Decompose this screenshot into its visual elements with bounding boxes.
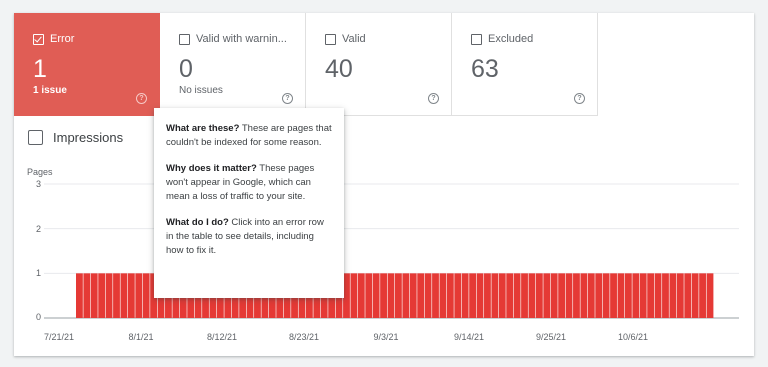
chart-bar[interactable]: [669, 273, 677, 318]
chart-bar[interactable]: [580, 273, 588, 318]
chart-bar[interactable]: [127, 273, 135, 318]
chart-bar[interactable]: [498, 273, 506, 318]
chart-bar[interactable]: [632, 273, 640, 318]
chart-bar[interactable]: [372, 273, 380, 318]
chart-bar[interactable]: [573, 273, 580, 318]
chart-bar[interactable]: [469, 273, 477, 318]
x-tick-label: 8/1/21: [128, 332, 154, 342]
chart-bar[interactable]: [684, 273, 692, 318]
x-tick-label: 9/14/21: [453, 332, 485, 342]
chart-bar[interactable]: [706, 273, 714, 318]
chart-bar[interactable]: [142, 273, 150, 318]
chart-bar[interactable]: [387, 273, 395, 318]
chart-bar[interactable]: [506, 273, 514, 318]
chart-bar[interactable]: [543, 273, 551, 318]
chart-bar[interactable]: [120, 273, 128, 318]
chart-bar[interactable]: [395, 273, 402, 318]
chart-bar[interactable]: [639, 273, 647, 318]
chart-bar[interactable]: [135, 273, 143, 318]
chart-bar[interactable]: [439, 273, 447, 318]
x-tick-label: 9/3/21: [373, 332, 399, 342]
chart-bar[interactable]: [105, 273, 113, 318]
tooltip-why: Why does it matter? These pages won't ap…: [166, 163, 315, 202]
chart-bar[interactable]: [357, 273, 365, 318]
chart-bar[interactable]: [90, 273, 98, 318]
chart-bar[interactable]: [691, 273, 699, 318]
chart-bar[interactable]: [402, 273, 410, 318]
chart-bar[interactable]: [676, 273, 684, 318]
x-tick-label: 10/6/21: [617, 332, 649, 342]
x-tick-label: 8/23/21: [288, 332, 320, 342]
chart-bar[interactable]: [610, 273, 617, 318]
chart-bar[interactable]: [350, 273, 358, 318]
chart-bar[interactable]: [454, 273, 462, 318]
chart-bar[interactable]: [365, 273, 373, 318]
chart-bar[interactable]: [76, 273, 83, 318]
x-tick-label: 8/12/21: [206, 332, 238, 342]
chart-bar[interactable]: [602, 273, 610, 318]
chart-bar[interactable]: [461, 273, 469, 318]
chart-bar[interactable]: [380, 273, 387, 318]
coverage-chart: [44, 183, 739, 319]
chart-bar[interactable]: [565, 273, 573, 318]
chart-bar[interactable]: [417, 273, 425, 318]
chart-bar[interactable]: [595, 273, 603, 318]
chart-bar[interactable]: [654, 273, 662, 318]
chart-bar[interactable]: [343, 273, 350, 318]
chart-bar[interactable]: [424, 273, 432, 318]
tooltip-do: What do I do? Click into an error row in…: [166, 217, 324, 256]
chart-bar[interactable]: [624, 273, 632, 318]
chart-bar[interactable]: [528, 273, 536, 318]
chart-bar[interactable]: [491, 273, 499, 318]
help-tooltip: What are these? These are pages that cou…: [154, 108, 344, 298]
chart-bar[interactable]: [587, 273, 595, 318]
chart-bar[interactable]: [617, 273, 625, 318]
chart-bar[interactable]: [484, 273, 491, 318]
chart-bar[interactable]: [446, 273, 454, 318]
chart-bar[interactable]: [432, 273, 439, 318]
chart-bar[interactable]: [476, 273, 484, 318]
chart-bar[interactable]: [83, 273, 91, 318]
chart-bar[interactable]: [699, 273, 706, 318]
chart-bar[interactable]: [535, 273, 543, 318]
tooltip-what: What are these? These are pages that cou…: [166, 123, 332, 148]
chart-bar[interactable]: [647, 273, 655, 318]
chart-bar[interactable]: [98, 273, 106, 318]
chart-bar[interactable]: [662, 273, 669, 318]
chart-bar[interactable]: [558, 273, 566, 318]
chart-bar[interactable]: [521, 273, 528, 318]
chart-bar[interactable]: [113, 273, 120, 318]
chart-bar[interactable]: [513, 273, 521, 318]
x-tick-label: 9/25/21: [535, 332, 567, 342]
chart-bar[interactable]: [409, 273, 417, 318]
index-coverage-card: Error 1 1 issue ? Valid with warnin... 0…: [14, 13, 754, 356]
chart-bar[interactable]: [550, 273, 558, 318]
x-tick-label: 7/21/21: [43, 332, 75, 342]
